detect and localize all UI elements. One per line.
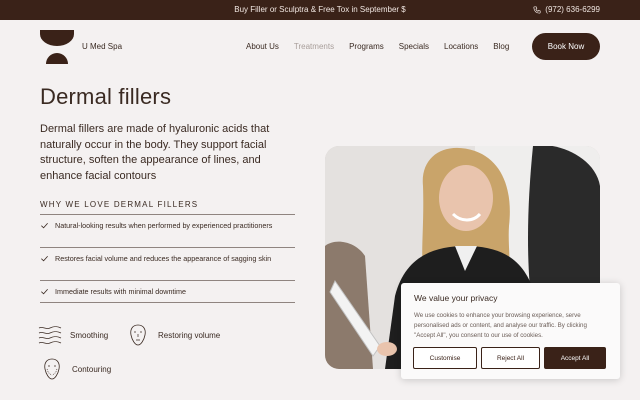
wavy-lines-icon bbox=[38, 326, 62, 344]
list-item: Restores facial volume and reduces the a… bbox=[40, 248, 295, 281]
feature-label: Restoring volume bbox=[158, 330, 221, 340]
nav-item-about-us[interactable]: About Us bbox=[246, 42, 279, 51]
benefits-list: Natural-looking results when performed b… bbox=[40, 214, 295, 303]
benefit-text: Restores facial volume and reduces the a… bbox=[55, 254, 272, 263]
reject-all-button[interactable]: Reject All bbox=[481, 347, 540, 369]
main-nav: About Us Treatments Programs Specials Lo… bbox=[246, 42, 524, 51]
check-icon bbox=[41, 255, 48, 262]
brand-name[interactable]: U Med Spa bbox=[82, 42, 122, 51]
feature-smoothing: Smoothing bbox=[38, 323, 108, 347]
feature-restoring-volume: Restoring volume bbox=[126, 323, 220, 347]
book-now-button[interactable]: Book Now bbox=[532, 33, 600, 60]
face-outline-icon bbox=[130, 324, 146, 346]
nav-item-treatments[interactable]: Treatments bbox=[294, 42, 334, 51]
list-item: Immediate results with minimal downtime bbox=[40, 281, 295, 303]
feature-label: Contouring bbox=[72, 364, 112, 374]
intro-text: Dermal fillers are made of hyaluronic ac… bbox=[40, 123, 270, 182]
phone-icon bbox=[533, 5, 541, 14]
face-contour-icon bbox=[44, 358, 60, 380]
promo-bar: Buy Filler or Sculptra & Free Tox in Sep… bbox=[0, 0, 640, 20]
check-icon bbox=[41, 222, 48, 229]
feature-label: Smoothing bbox=[70, 330, 109, 340]
list-item: Natural-looking results when performed b… bbox=[40, 215, 295, 248]
accept-all-button[interactable]: Accept All bbox=[544, 347, 606, 369]
customise-button[interactable]: Customise bbox=[413, 347, 477, 369]
check-icon bbox=[41, 288, 48, 295]
benefit-text: Natural-looking results when performed b… bbox=[55, 221, 273, 230]
feature-contouring: Contouring bbox=[40, 357, 111, 381]
page-title: Dermal fillers bbox=[40, 84, 172, 109]
cookie-banner: We value your privacy We use cookies to … bbox=[401, 283, 620, 379]
cookie-actions: Customise Reject All Accept All bbox=[413, 347, 606, 369]
phone-link[interactable]: (972) 636-6299 bbox=[533, 5, 600, 14]
phone-number: (972) 636-6299 bbox=[545, 5, 600, 14]
nav-item-specials[interactable]: Specials bbox=[399, 42, 429, 51]
nav-item-programs[interactable]: Programs bbox=[349, 42, 384, 51]
cookie-text: We use cookies to enhance your browsing … bbox=[414, 312, 587, 339]
benefit-text: Immediate results with minimal downtime bbox=[55, 287, 187, 296]
nav-item-locations[interactable]: Locations bbox=[444, 42, 478, 51]
cookie-title: We value your privacy bbox=[414, 293, 498, 303]
nav-item-blog[interactable]: Blog bbox=[493, 42, 509, 51]
why-heading: WHY WE LOVE DERMAL FILLERS bbox=[40, 200, 199, 209]
brand-logo-icon[interactable] bbox=[40, 30, 74, 64]
